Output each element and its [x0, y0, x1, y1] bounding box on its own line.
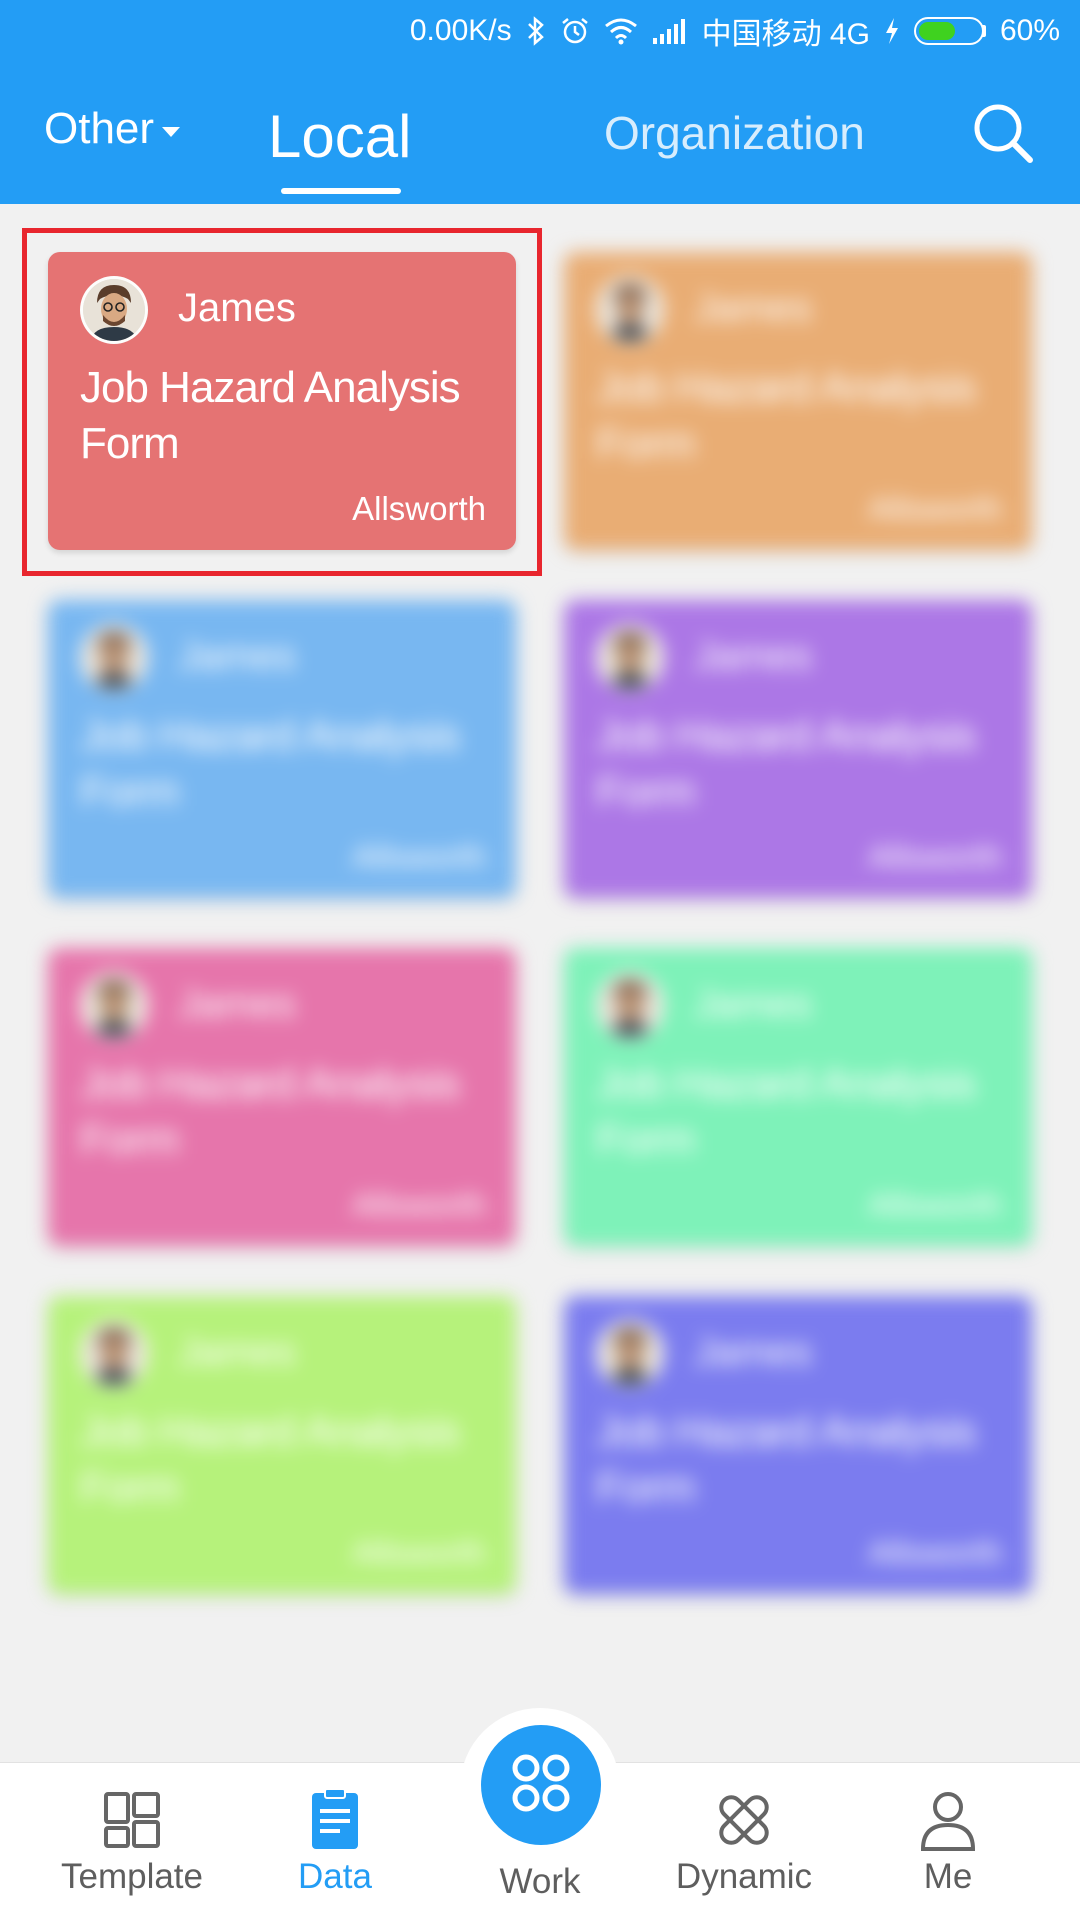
avatar — [80, 972, 148, 1040]
form-card[interactable]: James Job Hazard Analysis Form Allsworth — [564, 948, 1032, 1246]
form-card[interactable]: James Job Hazard Analysis Form Allsworth — [48, 948, 516, 1246]
card-organization: Allsworth — [868, 490, 1002, 527]
form-card[interactable]: James Job Hazard Analysis Form Allsworth — [564, 252, 1032, 550]
card-author: James — [178, 634, 296, 678]
card-organization: Allsworth — [868, 1186, 1002, 1223]
card-organization: Allsworth — [352, 490, 486, 527]
battery-icon — [913, 17, 986, 45]
form-card[interactable]: James Job Hazard Analysis Form Allsworth — [564, 1296, 1032, 1594]
nav-work-label: Work — [499, 1862, 581, 1901]
card-title: Job Hazard Analysis Form — [80, 1059, 461, 1164]
carrier-label: 中国移动 4G — [701, 18, 870, 51]
dynamic-icon — [711, 1787, 777, 1853]
network-speed: 0.00K/s — [409, 14, 512, 47]
card-organization: Allsworth — [352, 1186, 486, 1223]
card-author: James — [178, 1330, 296, 1374]
clover-icon — [509, 1751, 573, 1820]
card-organization: Allsworth — [868, 1534, 1002, 1571]
avatar — [596, 1320, 664, 1388]
avatar — [80, 1320, 148, 1388]
tab-local[interactable]: Local — [268, 102, 411, 171]
top-nav: Other Local Organization — [0, 62, 1080, 204]
card-author: James — [694, 286, 812, 330]
charging-icon — [884, 17, 900, 45]
nav-dynamic[interactable]: Dynamic — [644, 1787, 844, 1897]
nav-template-label: Template — [60, 1857, 204, 1896]
card-title: Job Hazard Analysis Form — [80, 711, 461, 816]
search-icon[interactable] — [968, 98, 1038, 168]
avatar — [80, 624, 148, 692]
template-icon — [99, 1787, 165, 1853]
nav-data[interactable]: Data — [235, 1787, 435, 1897]
card-title: Job Hazard Analysis Form — [80, 363, 461, 468]
form-card[interactable]: James Job Hazard Analysis Form Allsworth — [48, 252, 516, 550]
form-card[interactable]: James Job Hazard Analysis Form Allsworth — [48, 600, 516, 898]
form-card[interactable]: James Job Hazard Analysis Form Allsworth — [48, 1296, 516, 1594]
nav-template[interactable]: Template — [32, 1787, 232, 1897]
card-organization: Allsworth — [352, 1534, 486, 1571]
card-author: James — [178, 982, 296, 1026]
person-icon — [915, 1787, 981, 1853]
avatar — [80, 276, 148, 344]
tab-other-label: Other — [44, 104, 155, 153]
tab-other[interactable]: Other — [44, 104, 181, 154]
clipboard-icon — [302, 1787, 368, 1853]
chevron-down-icon — [162, 127, 181, 137]
bluetooth-icon — [526, 16, 546, 46]
card-author: James — [694, 1330, 812, 1374]
card-title: Job Hazard Analysis Form — [596, 363, 977, 468]
form-card[interactable]: James Job Hazard Analysis Form Allsworth — [564, 600, 1032, 898]
nav-dynamic-label: Dynamic — [675, 1857, 813, 1896]
card-title: Job Hazard Analysis Form — [596, 711, 977, 816]
avatar — [596, 276, 664, 344]
card-title: Job Hazard Analysis Form — [596, 1407, 977, 1512]
nav-me-label: Me — [923, 1857, 973, 1896]
card-title: Job Hazard Analysis Form — [80, 1407, 461, 1512]
signal-icon — [652, 18, 688, 44]
work-button[interactable] — [481, 1725, 601, 1845]
alarm-icon — [560, 16, 590, 46]
card-author: James — [694, 634, 812, 678]
card-organization: Allsworth — [868, 838, 1002, 875]
active-tab-indicator — [281, 188, 401, 194]
card-author: James — [178, 286, 296, 330]
card-author: James — [694, 982, 812, 1026]
card-organization: Allsworth — [352, 838, 486, 875]
battery-fill — [918, 22, 955, 40]
avatar — [596, 972, 664, 1040]
battery-percent: 60% — [999, 14, 1060, 47]
avatar — [596, 624, 664, 692]
nav-me[interactable]: Me — [848, 1787, 1048, 1897]
wifi-icon — [604, 17, 638, 45]
card-title: Job Hazard Analysis Form — [596, 1059, 977, 1164]
status-bar: 0.00K/s 中国移动 4G 60% — [0, 0, 1080, 62]
tab-organization[interactable]: Organization — [604, 106, 865, 160]
nav-data-label: Data — [298, 1857, 372, 1896]
